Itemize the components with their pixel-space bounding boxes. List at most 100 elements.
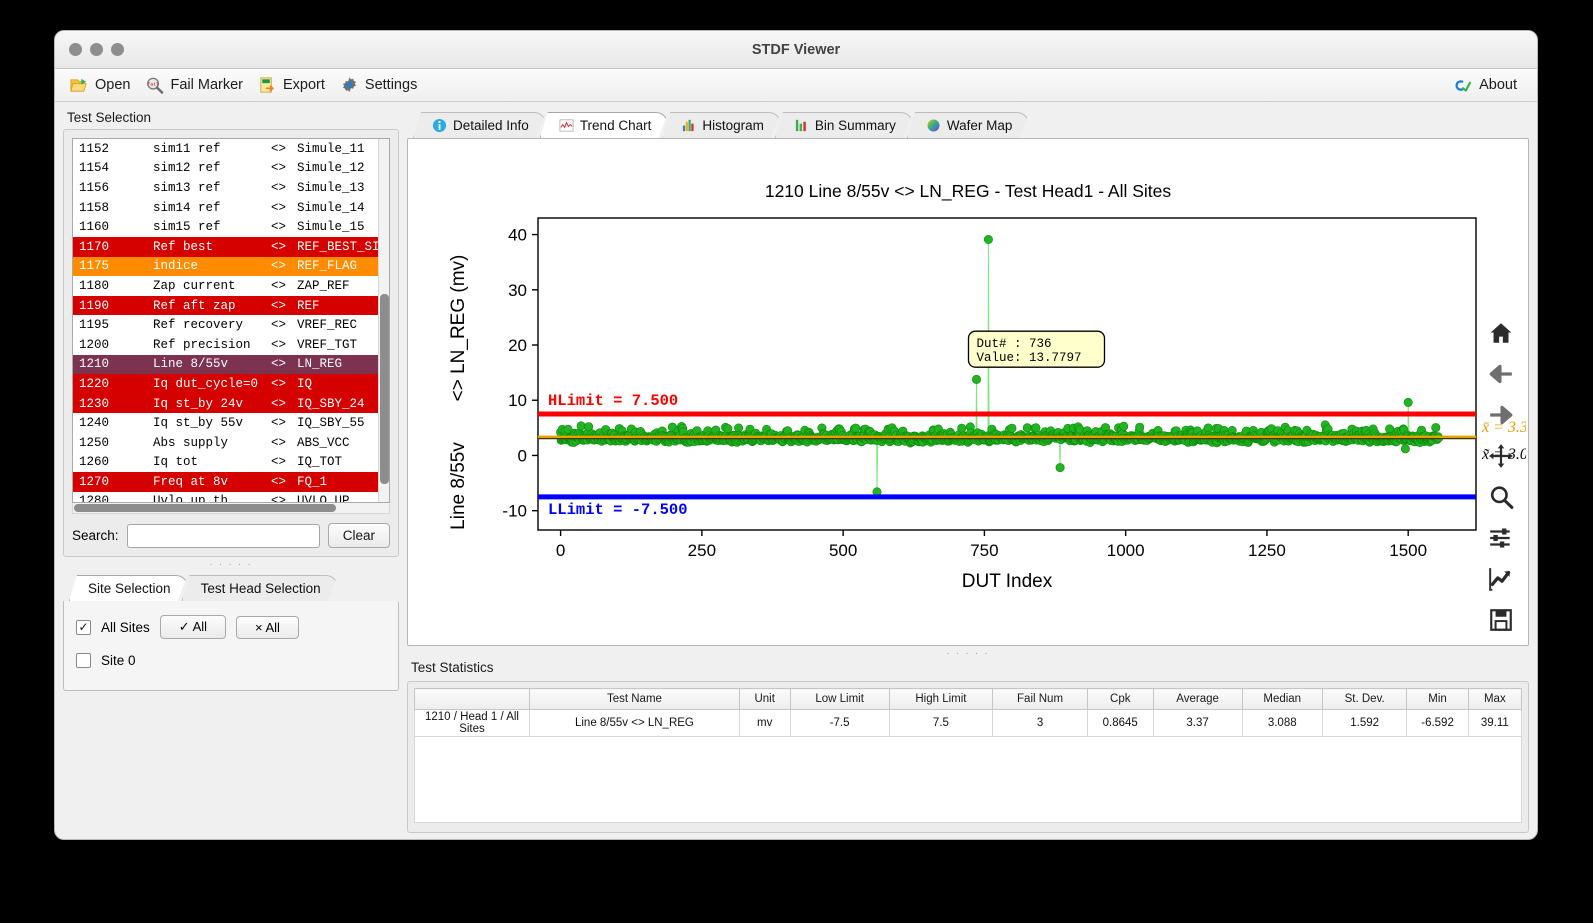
main-content: Test Selection 1152 sim11 ref <> Simule_11 1… xyxy=(55,102,1537,839)
data-point[interactable] xyxy=(1135,422,1145,432)
pan-move-icon[interactable] xyxy=(1488,443,1514,469)
check-all-button[interactable]: ✓ All xyxy=(159,615,227,639)
tab-trend-chart[interactable]: Trend Chart xyxy=(540,112,669,138)
all-sites-checkbox[interactable]: ✓ xyxy=(76,619,91,635)
y-axis-label-unit: <> LN_REG (mv) xyxy=(448,255,469,402)
column-header[interactable]: St. Dev. xyxy=(1321,688,1408,710)
column-header[interactable]: Median xyxy=(1241,688,1323,710)
tab-wafer-map[interactable]: Wafer Map xyxy=(907,112,1030,138)
tab-site-selection[interactable]: Site Selection xyxy=(69,575,188,601)
data-point[interactable] xyxy=(851,423,861,433)
test-number: 1158 xyxy=(79,200,110,215)
edit-curve-icon[interactable] xyxy=(1488,566,1514,592)
site0-checkbox[interactable] xyxy=(76,653,91,668)
about-label: About xyxy=(1479,77,1517,93)
data-point[interactable] xyxy=(1403,397,1413,407)
tab-bin-summary[interactable]: Bin Summary xyxy=(775,112,913,138)
data-point[interactable] xyxy=(1119,421,1129,431)
test-name: Freq at 8v xyxy=(153,474,229,489)
fail-marker-button[interactable]: Fail Fail Marker xyxy=(140,73,253,98)
test-list-item[interactable]: 1240 Iq st_by 55v <> IQ_SBY_55 xyxy=(73,413,389,433)
test-operator: <> xyxy=(271,474,287,489)
search-input[interactable] xyxy=(126,523,320,548)
back-arrow-icon[interactable] xyxy=(1488,361,1514,387)
export-button[interactable]: Export xyxy=(253,73,335,98)
test-list-item[interactable]: 1260 Iq tot <> IQ_TOT xyxy=(73,453,389,473)
test-list-item[interactable]: 1170 Ref best <> REF_BEST_SIM xyxy=(73,236,389,257)
test-number: 1270 xyxy=(79,474,110,489)
test-number: 1240 xyxy=(79,416,110,431)
data-point[interactable] xyxy=(1055,463,1065,473)
data-point[interactable] xyxy=(1031,423,1041,433)
tab-test-head-selection[interactable]: Test Head Selection xyxy=(182,575,338,601)
uncheck-all-button[interactable]: × All xyxy=(236,615,299,639)
column-header[interactable] xyxy=(414,688,530,710)
tab-detailed-info[interactable]: Detailed Info xyxy=(413,112,546,138)
test-list[interactable]: 1152 sim11 ref <> Simule_11 1154 sim12 ref <> S… xyxy=(72,138,390,503)
test-list-item[interactable]: 1160 sim15 ref <> Simule_15 xyxy=(73,217,389,237)
panel-splitter[interactable]: . . . . . xyxy=(63,557,399,571)
test-list-vscrollbar[interactable] xyxy=(378,139,389,502)
column-header[interactable]: Min xyxy=(1406,688,1469,710)
test-name: Zap current xyxy=(153,278,236,293)
plot-area[interactable]: -10 0 10 20 30 40 0 250 500 750 1000 1250 1500 DUT In… xyxy=(408,202,1528,631)
column-header[interactable]: Average xyxy=(1152,688,1243,710)
test-alias: FQ_1 xyxy=(297,474,328,489)
test-list-item[interactable]: 1200 Ref precision <> VREF_TGT xyxy=(73,335,389,355)
data-tooltip: Dut# : 736Value: 13.7797 xyxy=(967,330,1106,368)
column-header[interactable]: Max xyxy=(1467,688,1523,710)
data-point[interactable] xyxy=(983,234,993,244)
test-list-item[interactable]: 1190 Ref aft zap <> REF xyxy=(73,295,389,316)
settings-button[interactable]: Settings xyxy=(335,73,427,98)
data-point[interactable] xyxy=(1431,423,1441,433)
save-disk-icon[interactable] xyxy=(1488,607,1514,633)
site0-row: Site 0 xyxy=(76,653,386,668)
test-alias: REF xyxy=(297,298,320,313)
test-list-item[interactable]: 1158 sim14 ref <> Simule_14 xyxy=(73,198,389,218)
min-cell: -6.592 xyxy=(1406,709,1469,737)
data-point[interactable] xyxy=(971,374,981,384)
test-list-vscroll-thumb[interactable] xyxy=(380,294,389,484)
column-header[interactable]: Low Limit xyxy=(789,688,890,710)
column-header[interactable]: Fail Num xyxy=(992,688,1088,710)
data-point[interactable] xyxy=(1400,444,1410,454)
trend-plot[interactable]: -10 0 10 20 30 40 0 250 500 750 1000 1250 1500 DUT In… xyxy=(426,210,1526,600)
chart-splitter[interactable]: . . . . . xyxy=(407,646,1529,658)
test-list-item[interactable]: 1270 Freq at 8v <> FQ_1 xyxy=(73,472,389,492)
test-list-item[interactable]: 1195 Ref recovery <> VREF_REC xyxy=(73,315,389,335)
test-list-item[interactable]: 1180 Zap current <> ZAP_REF xyxy=(73,276,389,296)
configure-subplots-icon[interactable] xyxy=(1488,525,1514,551)
zoom-magnifier-icon[interactable] xyxy=(1488,484,1514,510)
home-icon[interactable] xyxy=(1488,320,1514,346)
data-point[interactable] xyxy=(957,423,967,433)
test-list-hscroll-thumb[interactable] xyxy=(74,504,337,512)
column-header[interactable]: High Limit xyxy=(888,688,994,710)
about-button[interactable]: About xyxy=(1449,73,1527,98)
test-list-hscrollbar[interactable] xyxy=(72,503,390,514)
test-list-item[interactable]: 1175 indice <> REF_FLAG xyxy=(73,256,389,277)
test-list-item[interactable]: 1154 sim12 ref <> Simule_12 xyxy=(73,159,389,179)
forward-arrow-icon[interactable] xyxy=(1488,402,1514,428)
test-list-item[interactable]: 1230 Iq st_by 24v <> IQ_SBY_24 xyxy=(73,393,389,414)
test-number: 1170 xyxy=(79,239,110,254)
data-point[interactable] xyxy=(1022,423,1032,433)
data-point[interactable] xyxy=(723,424,733,434)
tab-histogram[interactable]: Histogram xyxy=(662,112,781,138)
column-header[interactable]: Unit xyxy=(738,688,791,710)
test-list-item[interactable]: 1210 Line 8/55v <> LN_REG xyxy=(73,354,389,375)
open-button[interactable]: Open xyxy=(65,73,140,98)
table-row[interactable]: 1210 / Head 1 / All Sites Line 8/55v <> L… xyxy=(414,709,1523,737)
test-list-item[interactable]: 1152 sim11 ref <> Simule_11 xyxy=(73,139,389,159)
data-point[interactable] xyxy=(1007,423,1017,433)
column-header[interactable]: Cpk xyxy=(1086,688,1154,710)
test-list-item[interactable]: 1156 sim13 ref <> Simule_13 xyxy=(73,178,389,198)
test-list-item[interactable]: 1220 Iq dut_cycle=0 <> IQ xyxy=(73,374,389,394)
stdf-viewer-window: STDF Viewer Open Fail Fail Marker Export… xyxy=(54,30,1538,840)
test-list-item[interactable]: 1250 Abs supply <> ABS_VCC xyxy=(73,433,389,453)
clear-button[interactable]: Clear xyxy=(327,523,390,548)
stdev-cell: 1.592 xyxy=(1321,709,1408,737)
data-point[interactable] xyxy=(576,421,586,431)
column-header[interactable]: Test Name xyxy=(529,688,740,710)
test-alias: Simule_15 xyxy=(297,220,365,235)
test-list-item[interactable]: 1280 Uvlo up th <> UVLO_UP xyxy=(73,492,389,502)
